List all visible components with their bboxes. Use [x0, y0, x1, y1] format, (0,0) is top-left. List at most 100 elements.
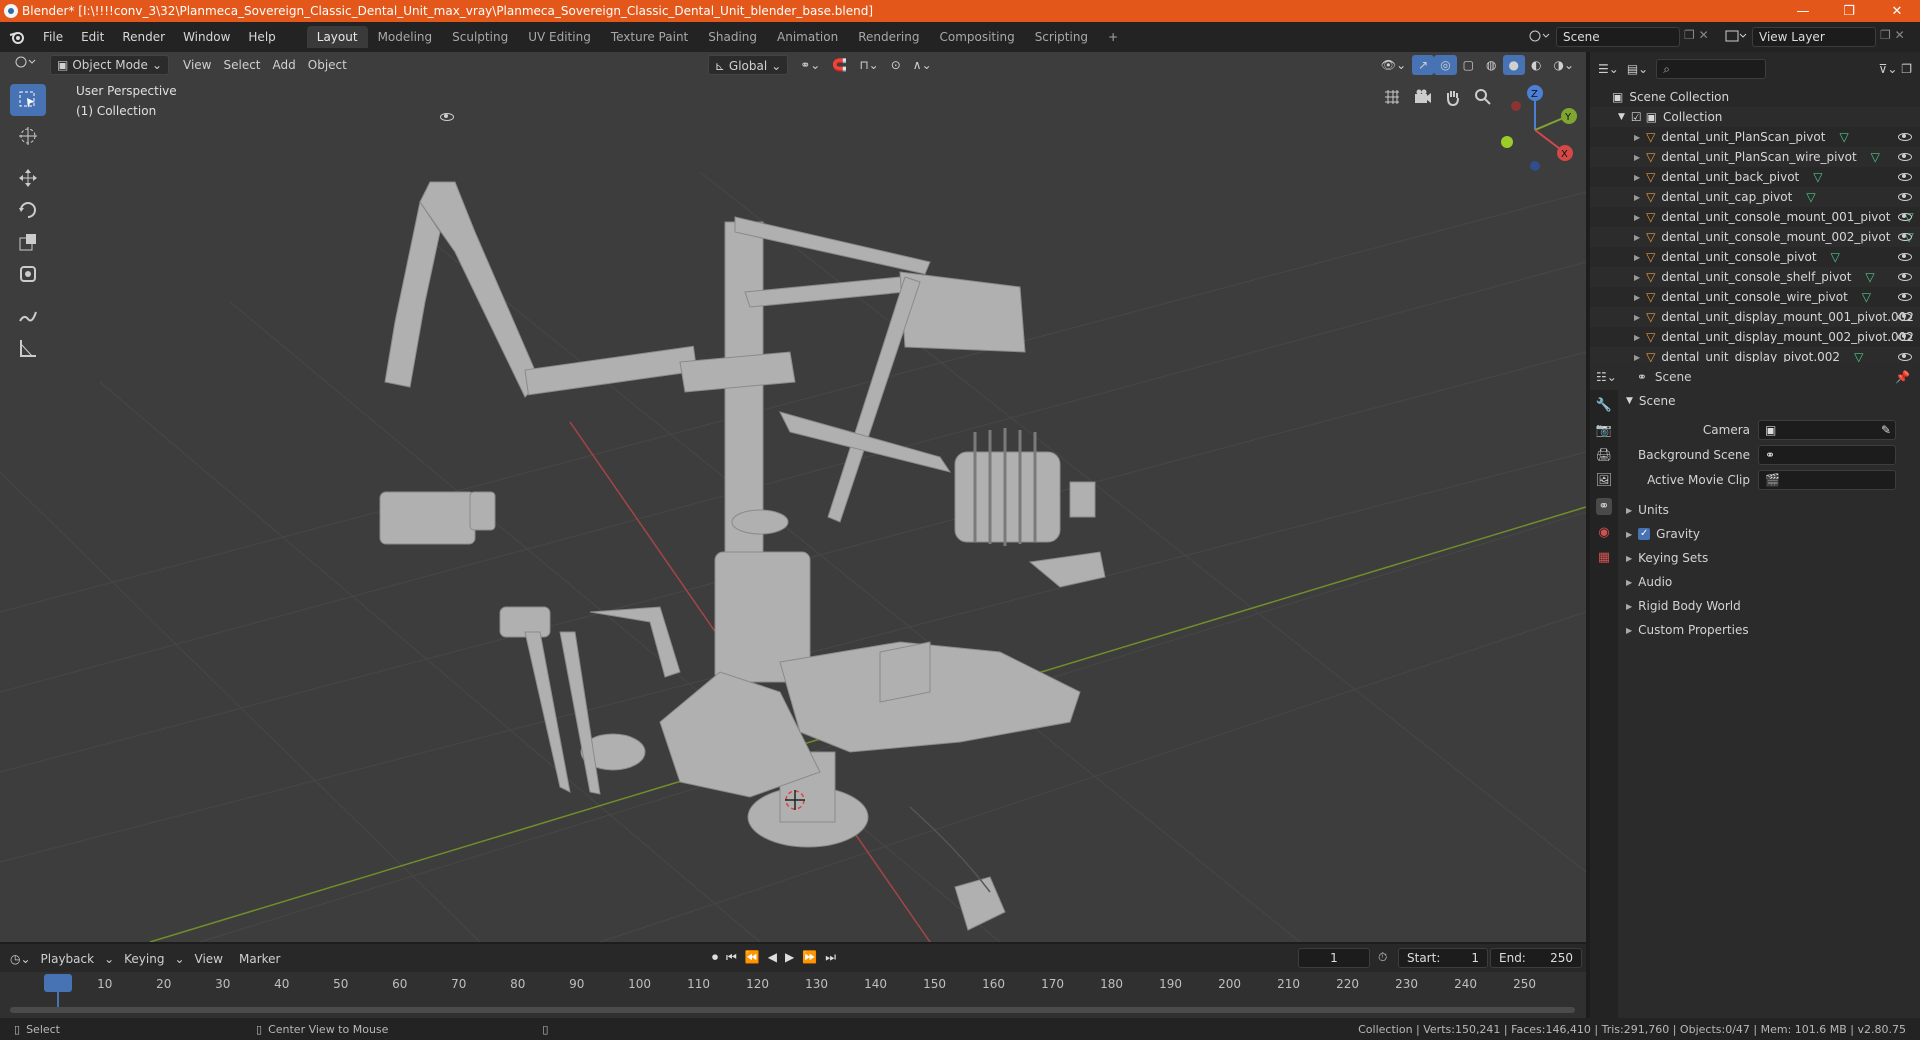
jump-end-icon[interactable]: ⏭ [825, 950, 836, 965]
snap-target-icon[interactable]: ⊓⌄ [853, 55, 884, 75]
movie-clip-field[interactable]: 🎬 [1758, 470, 1896, 490]
cursor-icon[interactable] [10, 120, 46, 152]
outliner-collection[interactable]: ▼ ☑ ▣ Collection [440, 107, 1920, 127]
move-icon[interactable] [10, 162, 46, 194]
overlay-toggle-icon[interactable]: ◎ [1434, 55, 1457, 75]
scene-selector-icon[interactable] [1528, 28, 1550, 47]
menu-help[interactable]: Help [239, 22, 284, 52]
expand-arrow-icon[interactable]: ▶ [1634, 173, 1640, 182]
mesh-data-icon[interactable]: ▽ [1865, 270, 1874, 284]
output-tab-icon[interactable]: 🖨 [1596, 448, 1613, 463]
render-tab-icon[interactable]: 📷 [1596, 423, 1612, 438]
end-frame-field[interactable]: End: 250 [1490, 948, 1582, 968]
outliner-object-row[interactable]: ▶ ▽ dental_unit_console_mount_001_pivot ▽ [1590, 207, 1920, 227]
minimize-button[interactable]: — [1780, 0, 1826, 22]
outliner-object-row[interactable]: ▶ ▽ dental_unit_display_mount_001_pivot.00… [1590, 307, 1920, 327]
prev-keyframe-icon[interactable]: ⏪ [745, 950, 760, 965]
mesh-data-icon[interactable]: ▽ [1871, 150, 1880, 164]
stopwatch-icon[interactable]: ⏱ [1378, 950, 1387, 965]
tab-rendering[interactable]: Rendering [848, 26, 929, 48]
scene-name-field[interactable]: Scene [1556, 27, 1680, 47]
visibility-eye-icon[interactable] [1898, 133, 1912, 141]
measure-icon[interactable] [10, 332, 46, 364]
background-scene-field[interactable]: ⚭ [1758, 445, 1896, 465]
checkbox-icon[interactable]: ☑ [1631, 110, 1642, 124]
tab-texture-paint[interactable]: Texture Paint [601, 26, 698, 48]
visibility-eye-icon[interactable] [1898, 173, 1912, 181]
expand-arrow-icon[interactable]: ▶ [1634, 353, 1640, 362]
timeline-editor-icon[interactable]: ◷⌄ [10, 952, 31, 966]
visibility-eye-icon[interactable] [1898, 213, 1912, 221]
tab-scripting[interactable]: Scripting [1025, 26, 1098, 48]
property-section-gravity[interactable]: ▶ ✓ Gravity [1618, 523, 1920, 545]
play-reverse-icon[interactable]: ◀ [768, 950, 777, 965]
solid-shading-icon[interactable]: ● [1502, 55, 1525, 75]
editor-type-icon[interactable] [8, 55, 44, 75]
timeline-menu-marker[interactable]: Marker [233, 949, 286, 969]
visibility-eye-icon[interactable] [1898, 313, 1912, 321]
mesh-data-icon[interactable]: ▽ [1862, 290, 1871, 304]
expand-arrow-icon[interactable]: ▶ [1634, 333, 1640, 342]
expand-arrow-icon[interactable]: ▶ [1634, 193, 1640, 202]
maximize-button[interactable]: ❐ [1826, 0, 1872, 22]
property-section-units[interactable]: ▶ Units [1618, 499, 1920, 521]
new-view-layer-icon[interactable]: ❐ ✕ [1880, 28, 1905, 42]
blender-menu-icon[interactable] [0, 30, 34, 44]
viewport-menu-select[interactable]: Select [217, 55, 266, 75]
timeline-scrollbar[interactable] [10, 1007, 1575, 1013]
add-workspace-button[interactable]: + [1098, 26, 1128, 48]
visibility-eye-icon[interactable] [1898, 153, 1912, 161]
grid-toggle-icon[interactable] [1383, 88, 1401, 109]
tab-modeling[interactable]: Modeling [368, 26, 443, 48]
expand-arrow-icon[interactable]: ▶ [1634, 253, 1640, 262]
outliner-object-row[interactable]: ▶ ▽ dental_unit_console_wire_pivot ▽ [1590, 287, 1920, 307]
mode-dropdown[interactable]: ▣ Object Mode ⌄ [50, 55, 169, 75]
expand-arrow-icon[interactable]: ▼ [1618, 112, 1625, 122]
scale-icon[interactable] [10, 226, 46, 258]
jump-start-icon[interactable]: ⏮ [726, 950, 737, 965]
annotate-icon[interactable] [10, 300, 46, 332]
close-button[interactable]: ✕ [1874, 0, 1920, 22]
outliner-object-row[interactable]: ▶ ▽ dental_unit_console_mount_002_pivot ▽ [1590, 227, 1920, 247]
outliner-editor-icon[interactable]: ☰⌄ [1598, 62, 1619, 76]
viewport-menu-object[interactable]: Object [302, 55, 353, 75]
timeline-menu-keying[interactable]: Keying [118, 949, 170, 969]
property-section-custom-properties[interactable]: ▶ Custom Properties [1618, 619, 1920, 641]
wireframe-shading-icon[interactable]: ◍ [1480, 55, 1502, 75]
pan-hand-icon[interactable] [1444, 88, 1462, 109]
outliner-object-row[interactable]: ▶ ▽ dental_unit_back_pivot ▽ [1590, 167, 1920, 187]
next-keyframe-icon[interactable]: ⏩ [802, 950, 817, 965]
property-section-audio[interactable]: ▶ Audio [1618, 571, 1920, 593]
outliner-object-row[interactable]: ▶ ▽ dental_unit_PlanScan_wire_pivot ▽ [1590, 147, 1920, 167]
display-mode-icon[interactable]: ▤⌄ [1627, 62, 1648, 76]
outliner-scene-collection[interactable]: ▣ Scene Collection [1590, 87, 1920, 107]
orientation-dropdown[interactable]: ⊾ Global ⌄ [707, 55, 789, 75]
tab-uv-editing[interactable]: UV Editing [518, 26, 601, 48]
play-icon[interactable]: ▶ [785, 950, 794, 965]
playhead[interactable] [44, 974, 72, 992]
outliner-object-row[interactable]: ▶ ▽ dental_unit_console_pivot ▽ [1590, 247, 1920, 267]
world-tab-icon[interactable]: ◉ [1598, 525, 1609, 540]
expand-arrow-icon[interactable]: ▶ [1634, 133, 1640, 142]
gravity-checkbox[interactable]: ✓ [1638, 528, 1651, 540]
expand-arrow-icon[interactable]: ▶ [1634, 293, 1640, 302]
current-frame-field[interactable]: 1 [1298, 948, 1370, 968]
xray-icon[interactable]: ▢ [1457, 55, 1480, 75]
navigation-gizmo[interactable]: Z Y X [1490, 82, 1580, 172]
timeline-menu-view[interactable]: View [189, 949, 229, 969]
rendered-shading-icon[interactable]: ◑⌄ [1547, 55, 1580, 75]
visibility-eye-icon[interactable] [1898, 233, 1912, 241]
pivot-point-icon[interactable]: ⚭⌄ [794, 55, 826, 75]
view-layer-field[interactable]: View Layer [1752, 27, 1876, 47]
menu-file[interactable]: File [34, 22, 72, 52]
falloff-icon[interactable]: ∧⌄ [907, 55, 938, 75]
rotate-icon[interactable] [10, 194, 46, 226]
tab-shading[interactable]: Shading [698, 26, 767, 48]
visibility-eye-icon[interactable] [1898, 193, 1912, 201]
expand-arrow-icon[interactable]: ▶ [1634, 273, 1640, 282]
snap-icon[interactable]: 🧲 [826, 55, 853, 75]
filter-icon[interactable]: ⊽⌄ ❐ [1879, 62, 1912, 76]
visibility-eye-icon[interactable] [1898, 273, 1912, 281]
mesh-data-icon[interactable]: ▽ [1806, 190, 1815, 204]
viewport-menu-add[interactable]: Add [267, 55, 302, 75]
